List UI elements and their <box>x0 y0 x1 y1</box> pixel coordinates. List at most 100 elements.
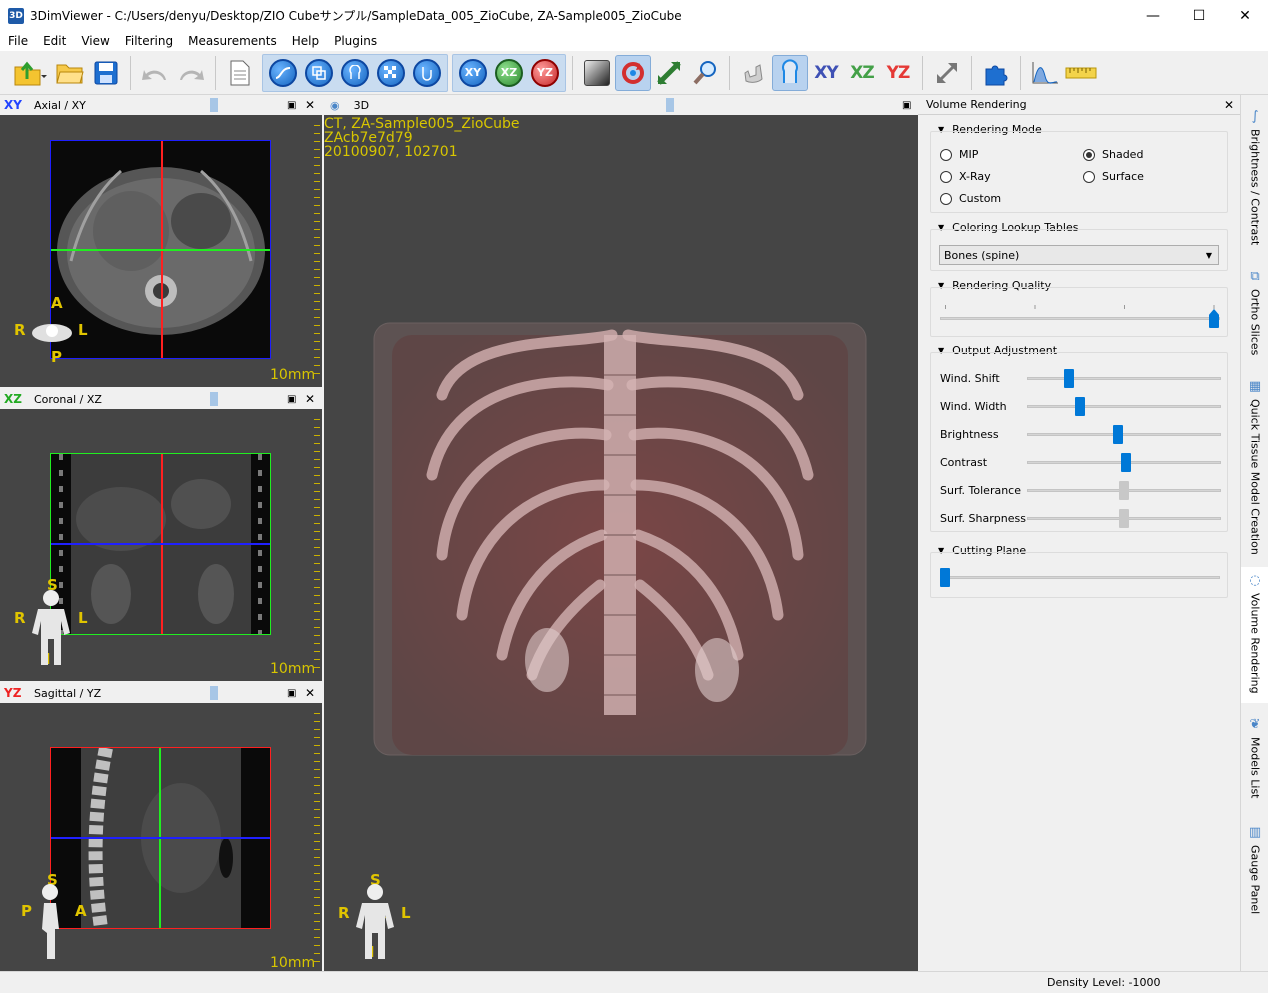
xz-slice-button[interactable]: XZ <box>491 55 527 91</box>
axial-orient-bottom: P <box>51 348 62 366</box>
tissue-segmentation-button[interactable] <box>337 55 373 91</box>
xy-plane-button[interactable]: XY <box>808 55 844 91</box>
threed-view[interactable]: CT, ZA-Sample005_ZioCube ZAcb7e7d79 2010… <box>324 115 918 971</box>
checkerboard-button[interactable] <box>373 55 409 91</box>
tab-brightness-contrast[interactable]: ∫ Brightness / Contrast <box>1241 103 1268 253</box>
rendering-quality-track[interactable] <box>940 317 1220 320</box>
panel-close-button[interactable]: ✕ <box>1224 98 1234 112</box>
ortho-slices-icon <box>305 58 333 87</box>
plugin-button[interactable] <box>978 55 1014 91</box>
sagittal-view[interactable]: 10mm S I P A <box>0 703 322 971</box>
wind-width-slider[interactable] <box>1074 397 1085 416</box>
volume-rendering-panel: Volume Rendering ✕ ▼ Rendering Mode MIP S… <box>918 95 1240 971</box>
density-level: Density Level: -1000 <box>1047 976 1161 989</box>
open-dicom-icon <box>14 61 47 85</box>
menu-view[interactable]: View <box>73 31 116 51</box>
vr-mode-button[interactable] <box>772 54 808 91</box>
tab-volume-rendering[interactable]: ◌ Volume Rendering <box>1241 567 1268 703</box>
tab-quick-tissue-model[interactable]: ▦ Quick Tissue Model Creation <box>1241 373 1268 555</box>
xz-plane-button[interactable]: XZ <box>844 55 880 91</box>
maximize-button[interactable]: ☐ <box>1176 0 1222 31</box>
wind-shift-slider[interactable] <box>1063 369 1074 388</box>
menu-plugins[interactable]: Plugins <box>326 31 384 51</box>
resize-button[interactable] <box>929 55 965 91</box>
contrast-slider[interactable] <box>1120 453 1131 472</box>
wind-width-track[interactable] <box>1027 405 1221 408</box>
coronal-crosshair-horizontal[interactable] <box>51 543 270 545</box>
surf-tolerance-slider[interactable] <box>1119 481 1129 500</box>
axial-slice-slider[interactable] <box>210 98 218 112</box>
magnifier-button[interactable] <box>687 55 723 91</box>
output-adjustment-group: Wind. Shift Wind. Width Brightness Contr… <box>930 352 1228 532</box>
screenshot-icon[interactable]: ▣ <box>287 394 296 405</box>
window-level-button[interactable] <box>579 55 615 91</box>
coronal-close-button[interactable]: ✕ <box>305 392 315 406</box>
axial-tag: XY <box>4 98 22 112</box>
cutting-plane-track[interactable] <box>940 576 1220 579</box>
radio-custom[interactable]: Custom <box>940 192 1001 205</box>
yz-slice-button[interactable]: YZ <box>527 55 563 91</box>
brightness-row: Brightness <box>931 425 1229 445</box>
axial-view-header: XY Axial / XY ▣ ✕ <box>0 95 322 115</box>
tab-models-list[interactable]: ❦ Models List <box>1241 711 1268 811</box>
ortho-slices-button[interactable] <box>301 55 337 91</box>
sagittal-slice-slider[interactable] <box>210 686 218 700</box>
radio-mip[interactable]: MIP <box>940 148 978 161</box>
brightness-contrast-button[interactable] <box>265 55 301 91</box>
tab-gauge-panel[interactable]: ▥ Gauge Panel <box>1241 819 1268 919</box>
xz-slice-icon: XZ <box>495 58 523 87</box>
menu-filtering[interactable]: Filtering <box>117 31 180 51</box>
redo-button[interactable] <box>173 55 209 91</box>
screenshot-icon[interactable]: ▣ <box>287 688 296 699</box>
coronal-orient-left: R <box>14 609 26 627</box>
magnifier-icon <box>693 60 716 84</box>
menu-help[interactable]: Help <box>284 31 326 51</box>
brightness-track[interactable] <box>1027 433 1221 436</box>
brightness-contrast-icon: ∫ <box>1251 109 1259 124</box>
axial-close-button[interactable]: ✕ <box>305 98 315 112</box>
histogram-button[interactable] <box>1027 55 1063 91</box>
minimize-button[interactable]: — <box>1130 0 1176 31</box>
coronal-slice-slider[interactable] <box>210 392 218 406</box>
brightness-slider[interactable] <box>1113 425 1124 444</box>
tab-ortho-slices[interactable]: ⧉ Ortho Slices <box>1241 263 1268 361</box>
coloring-lut-select[interactable]: Bones (spine) ▼ <box>939 245 1219 265</box>
screenshot-icon[interactable]: ▣ <box>902 100 911 111</box>
rendering-quality-ticks <box>945 305 1215 309</box>
undo-button[interactable] <box>137 55 173 91</box>
radio-xray[interactable]: X-Ray <box>940 170 991 183</box>
radio-shaded[interactable]: Shaded <box>1083 148 1143 161</box>
ruler-button[interactable] <box>1063 55 1099 91</box>
coronal-view[interactable]: 10mm S I R L <box>0 409 322 681</box>
radio-surface[interactable]: Surface <box>1083 170 1144 183</box>
menu-file[interactable]: File <box>0 31 35 51</box>
volume-rendering-button[interactable] <box>409 55 445 91</box>
wind-shift-track[interactable] <box>1027 377 1221 380</box>
sagittal-crosshair-horizontal[interactable] <box>51 837 270 839</box>
xz-plane-icon: XZ <box>850 62 874 83</box>
save-button[interactable] <box>88 55 124 91</box>
threed-slider[interactable] <box>666 98 674 112</box>
open-folder-button[interactable] <box>52 55 88 91</box>
open-dicom-button[interactable] <box>8 55 52 91</box>
menu-measurements[interactable]: Measurements <box>180 31 284 51</box>
xy-slice-button[interactable]: XY <box>455 55 491 91</box>
sagittal-close-button[interactable]: ✕ <box>305 686 315 700</box>
new-page-button[interactable] <box>222 55 258 91</box>
threed-orient-right: L <box>401 904 411 922</box>
window-level-icon <box>584 59 610 86</box>
screenshot-icon[interactable]: ▣ <box>287 100 296 111</box>
yz-plane-button[interactable]: YZ <box>880 55 916 91</box>
rotate-button[interactable] <box>615 54 651 91</box>
axial-crosshair-horizontal[interactable] <box>51 249 270 251</box>
threed-info-line-1: CT, ZA-Sample005_ZioCube <box>324 116 520 132</box>
axial-view[interactable]: 10mm A P R L <box>0 115 322 387</box>
cutting-plane-slider[interactable] <box>940 568 950 587</box>
close-button[interactable]: ✕ <box>1222 0 1268 31</box>
surf-sharpness-slider[interactable] <box>1119 509 1129 528</box>
implant-button[interactable] <box>736 55 772 91</box>
zoom-pan-button[interactable] <box>651 55 687 91</box>
histogram-icon <box>1032 61 1058 84</box>
brightness-contrast-icon <box>269 58 297 87</box>
menu-edit[interactable]: Edit <box>35 31 73 51</box>
